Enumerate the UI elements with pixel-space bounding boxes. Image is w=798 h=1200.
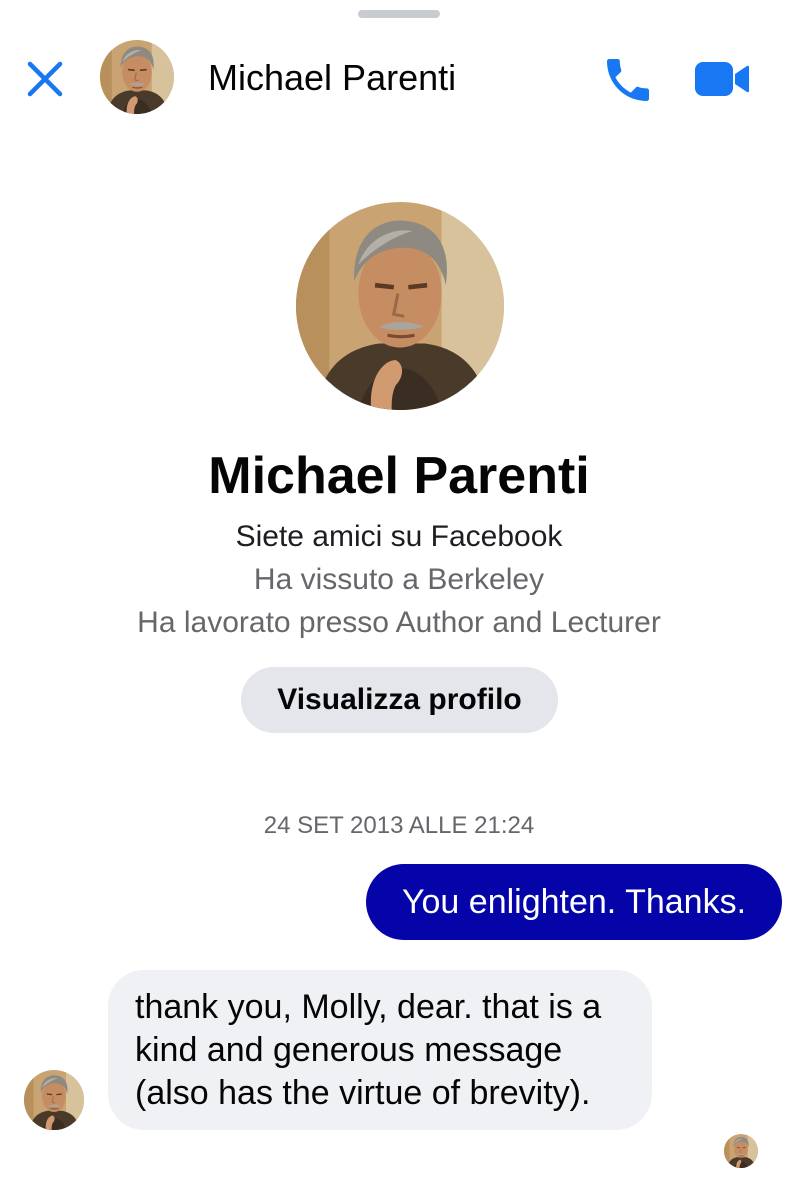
drag-handle[interactable] xyxy=(358,10,440,18)
phone-icon xyxy=(600,52,656,108)
friendship-status: Siete amici su Facebook xyxy=(235,520,563,553)
message-line: thank you, Molly, dear. that is a xyxy=(135,988,602,1026)
voice-call-button[interactable] xyxy=(600,52,656,108)
close-icon xyxy=(24,58,66,100)
profile-avatar[interactable] xyxy=(296,202,504,410)
video-call-button[interactable] xyxy=(692,54,750,104)
message-timestamp: 24 SET 2013 ALLE 21:24 xyxy=(263,812,535,839)
seen-indicator-avatar xyxy=(724,1134,758,1168)
outgoing-message-bubble[interactable]: You enlighten. Thanks. xyxy=(366,864,782,940)
close-button[interactable] xyxy=(24,58,66,100)
message-line: kind and generous message xyxy=(135,1031,563,1069)
view-profile-button[interactable]: Visualizza profilo xyxy=(241,667,558,733)
lived-in-info: Ha vissuto a Berkeley xyxy=(253,563,545,596)
work-info: Ha lavorato presso Author and Lecturer xyxy=(137,606,661,639)
profile-name: Michael Parenti xyxy=(208,447,590,505)
sender-avatar[interactable] xyxy=(24,1070,84,1130)
video-camera-icon xyxy=(692,54,750,104)
message-line: (also has the virtue of brevity). xyxy=(135,1074,591,1112)
header-contact-name[interactable]: Michael Parenti xyxy=(208,56,456,100)
header-avatar[interactable] xyxy=(100,40,174,114)
incoming-message-bubble[interactable]: thank you, Molly, dear. that is a kind a… xyxy=(108,970,652,1130)
chat-header: Michael Parenti xyxy=(0,36,798,120)
